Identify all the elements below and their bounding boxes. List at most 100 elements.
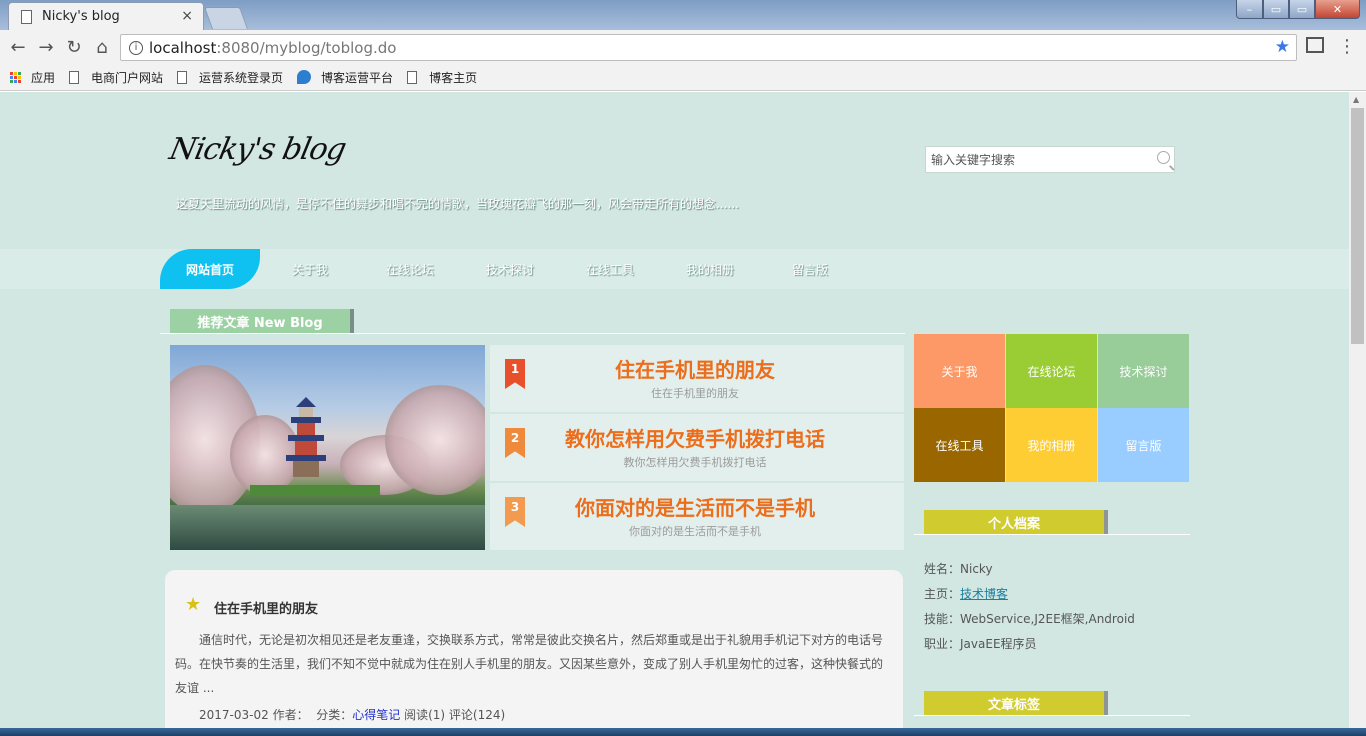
recommend-subtitle: 住在手机里的朋友	[651, 387, 739, 400]
comment-count[interactable]: 评论(124)	[449, 708, 505, 722]
recommend-item[interactable]: 3 你面对的是生活而不是手机 你面对的是生活而不是手机	[490, 483, 904, 550]
bookmark-blog-home[interactable]: 博客主页	[407, 69, 477, 86]
recommend-heading: 推荐文章 New Blog	[170, 309, 350, 333]
bookmark-label: 电商门户网站	[91, 70, 164, 85]
recommend-item[interactable]: 1 住在手机里的朋友 住在手机里的朋友	[490, 345, 904, 412]
new-tab-button[interactable]	[203, 7, 249, 29]
article-card: ★ 住在手机里的朋友 通信时代，无论是初次相见还是老友重逢，交换联系方式，常常是…	[165, 570, 903, 736]
search-input[interactable]: 输入关键字搜索	[925, 146, 1175, 173]
browser-titlebar: Nicky's blog × – ▭ ▭ ✕	[0, 0, 1366, 30]
label: 主页：	[924, 587, 961, 601]
bookmark-label: 运营系统登录页	[199, 70, 284, 85]
quick-tiles: 关于我 在线论坛 技术探讨 在线工具 我的相册 留言版	[914, 334, 1189, 482]
profile-job-row: 职业：JavaEE程序员	[924, 632, 1135, 657]
page-viewport: Nicky's blog 这夏天里流动的风情，是停不住的舞步和唱不完的情歌，当玫…	[0, 92, 1349, 736]
nav-item-forum[interactable]: 在线论坛	[386, 249, 434, 289]
os-taskbar	[0, 728, 1366, 736]
nav-item-tech[interactable]: 技术探讨	[486, 249, 534, 289]
bookmark-ops-login[interactable]: 运营系统登录页	[177, 69, 283, 86]
nav-item-album[interactable]: 我的相册	[686, 249, 734, 289]
forward-icon[interactable]: →	[35, 36, 57, 58]
divider	[914, 534, 1190, 535]
nav-item-about[interactable]: 关于我	[292, 249, 328, 289]
divider	[160, 333, 905, 334]
site-tagline: 这夏天里流动的风情，是停不住的舞步和唱不完的情歌，当玫瑰花瓣飞的那一刻，风会带走…	[176, 197, 739, 211]
profile-heading: 个人档案	[924, 510, 1104, 534]
nav-item-tools[interactable]: 在线工具	[586, 249, 634, 289]
profile-name: Nicky	[960, 562, 993, 576]
cast-icon[interactable]	[1306, 37, 1324, 53]
home-icon[interactable]: ⌂	[91, 36, 113, 58]
recommend-title[interactable]: 住在手机里的朋友	[550, 354, 840, 383]
category-link[interactable]: 心得笔记	[352, 708, 400, 722]
scroll-up-icon[interactable]: ▲	[1353, 95, 1359, 104]
bookmark-blog-ops[interactable]: 博客运营平台	[297, 69, 393, 86]
minimize-button[interactable]: –	[1236, 0, 1263, 19]
tags-heading: 文章标签	[924, 691, 1104, 715]
tile-about[interactable]: 关于我	[914, 334, 1005, 408]
tile-album[interactable]: 我的相册	[1006, 408, 1097, 482]
back-icon[interactable]: ←	[7, 36, 29, 58]
author-label: 作者：	[272, 708, 309, 722]
menu-icon[interactable]: ⋮	[1338, 36, 1356, 57]
bookmarks-bar: 应用 电商门户网站 运营系统登录页 博客运营平台 博客主页	[0, 64, 1366, 91]
url-path: :8080/myblog/toblog.do	[216, 38, 397, 57]
site-logo[interactable]: Nicky's blog	[166, 132, 348, 167]
article-excerpt: 通信时代，无论是初次相见还是老友重逢，交换联系方式，常常是彼此交换名片，然后郑重…	[175, 633, 884, 695]
maximize-button[interactable]: ▭	[1289, 0, 1315, 19]
pagoda	[286, 397, 326, 477]
page-icon	[21, 9, 32, 24]
profile-job: JavaEE程序员	[960, 637, 1037, 651]
profile-skills-row: 技能：WebService,J2EE框架,Android	[924, 607, 1135, 632]
bookmark-label: 应用	[31, 70, 56, 85]
reload-icon[interactable]: ↻	[63, 36, 85, 58]
profile-name-row: 姓名：Nicky	[924, 557, 1135, 582]
profile-info: 姓名：Nicky 主页：技术博客 技能：WebService,J2EE框架,An…	[924, 557, 1135, 657]
scrollbar[interactable]: ▲	[1349, 92, 1366, 736]
recommend-title[interactable]: 你面对的是生活而不是手机	[550, 492, 840, 521]
label: 技能：	[924, 612, 961, 626]
recommend-item[interactable]: 2 教你怎样用欠费手机拨打电话 教你怎样用欠费手机拨打电话	[490, 414, 904, 481]
label: 姓名：	[924, 562, 961, 576]
rank-badge: 2	[505, 428, 525, 458]
divider	[914, 715, 1190, 716]
info-icon[interactable]: i	[129, 40, 143, 55]
article-meta: 2017-03-02 作者： 分类：心得笔记 阅读(1) 评论(124)	[199, 706, 505, 723]
restore-button[interactable]: ▭	[1263, 0, 1289, 19]
page-icon	[69, 70, 80, 84]
tab-close-icon[interactable]: ×	[181, 8, 193, 24]
recommend-title[interactable]: 教你怎样用欠费手机拨打电话	[550, 423, 840, 452]
tile-tools[interactable]: 在线工具	[914, 408, 1005, 482]
search-placeholder: 输入关键字搜索	[931, 153, 1016, 167]
bookmark-label: 博客主页	[429, 70, 478, 85]
nav-item-home[interactable]: 网站首页	[160, 249, 260, 289]
nav-item-guestbook[interactable]: 留言版	[792, 249, 828, 289]
rank-badge: 3	[505, 497, 525, 527]
label: 职业：	[924, 637, 961, 651]
recommend-subtitle: 教你怎样用欠费手机拨打电话	[623, 456, 767, 469]
tile-forum[interactable]: 在线论坛	[1006, 334, 1097, 408]
scroll-thumb[interactable]	[1351, 108, 1364, 344]
page-icon	[407, 70, 418, 84]
search-icon[interactable]	[1157, 151, 1170, 164]
address-bar[interactable]: i localhost:8080/myblog/toblog.do ★	[120, 34, 1297, 61]
tile-tech[interactable]: 技术探讨	[1098, 334, 1189, 408]
rank-badge: 1	[505, 359, 525, 389]
article-title[interactable]: 住在手机里的朋友	[214, 598, 318, 617]
profile-home-link[interactable]: 技术博客	[960, 587, 1008, 601]
tile-guestbook[interactable]: 留言版	[1098, 408, 1189, 482]
featured-photo[interactable]	[170, 345, 485, 550]
browser-tab[interactable]: Nicky's blog ×	[8, 2, 204, 30]
bookmark-ecommerce[interactable]: 电商门户网站	[69, 69, 163, 86]
recommend-subtitle: 你面对的是生活而不是手机	[629, 525, 761, 538]
lawn	[250, 485, 380, 495]
bookmark-apps[interactable]: 应用	[10, 69, 55, 86]
profile-home-row: 主页：技术博客	[924, 582, 1135, 607]
bookmark-star-icon[interactable]: ★	[1275, 37, 1290, 57]
apps-grid-icon	[10, 71, 21, 83]
close-window-button[interactable]: ✕	[1315, 0, 1360, 19]
tab-title: Nicky's blog	[42, 9, 120, 24]
blossom-tree	[385, 385, 485, 495]
pond	[170, 505, 485, 550]
star-icon: ★	[185, 594, 202, 615]
